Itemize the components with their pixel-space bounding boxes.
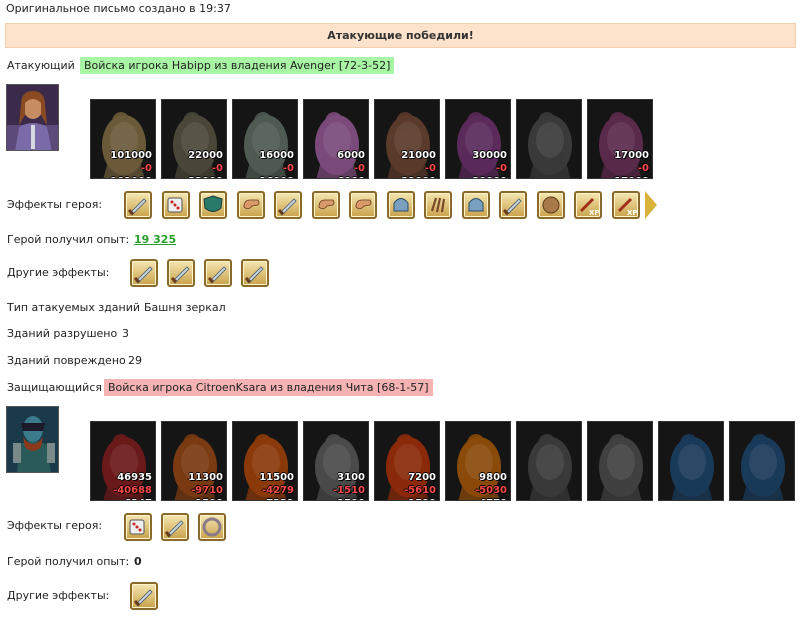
buildings-type-label: Тип атакуемых зданий — [7, 301, 141, 314]
unit-creature-icon — [659, 422, 723, 500]
unit-loss-number: -9710 — [191, 485, 223, 496]
xp-axe-icon[interactable]: XP — [574, 191, 602, 219]
letter-created-note: Оригинальное письмо создано в 19:37 — [6, 2, 231, 15]
defender-unit-card[interactable]: 7200-56101590 — [374, 421, 440, 501]
buildings-damaged-label: Зданий повреждено — [7, 354, 126, 367]
unit-count-number: 21000 — [401, 150, 436, 161]
unit-count-number: 46935 — [117, 472, 152, 483]
defender-exp-label: Герой получил опыт: — [7, 555, 130, 568]
green-sword-plus-icon[interactable] — [241, 259, 269, 287]
buildings-type-value: Башня зеркал — [144, 301, 226, 314]
green-blade-icon[interactable] — [204, 259, 232, 287]
attacker-unit-card[interactable]: 16000-016000 — [232, 99, 298, 179]
scroll-right-arrow-icon[interactable] — [645, 191, 657, 219]
defender-unit-card[interactable]: 9800-50304770 — [445, 421, 511, 501]
defender-unit-card[interactable] — [587, 421, 653, 501]
buildings-destroyed-value: 3 — [122, 327, 129, 340]
unit-count-number: 30000 — [472, 150, 507, 161]
attacker-army-name: Войска игрока Habipp из владения Avenger… — [80, 57, 395, 74]
red-sword-icon[interactable] — [130, 259, 158, 287]
shoulder-armor-icon[interactable] — [461, 191, 490, 219]
defender-army-name: Войска игрока CitroenKsara из владения Ч… — [104, 379, 433, 396]
attacker-exp-label: Герой получил опыт: — [7, 233, 130, 246]
attacker-unit-card[interactable]: 21000-021000 — [374, 99, 440, 179]
xp-mage-icon[interactable]: XP — [611, 191, 640, 219]
shield-icon[interactable] — [199, 191, 227, 219]
attacker-unit-card[interactable]: 101000-0101000 — [90, 99, 156, 179]
attacker-other-effects-label: Другие эффекты: — [7, 266, 110, 279]
blue-sword-icon[interactable] — [130, 582, 158, 610]
defender-unit-card[interactable]: 3100-15101590 — [303, 421, 369, 501]
unit-loss-number: -0 — [424, 163, 436, 174]
ring-icon[interactable] — [198, 513, 226, 541]
unit-count-number: 11300 — [188, 472, 223, 483]
defender-exp-value: 0 — [134, 555, 142, 568]
unit-loss-number: -0 — [353, 163, 365, 174]
attacker-unit-card[interactable]: 30000-030000 — [445, 99, 511, 179]
defender-unit-card[interactable] — [729, 421, 795, 501]
unit-count-number: 16000 — [259, 150, 294, 161]
unit-count-number: 11500 — [259, 472, 294, 483]
buildings-damaged-value: 29 — [128, 354, 142, 367]
handshake-icon[interactable] — [236, 191, 265, 219]
defender-label: Защищающийся — [7, 381, 102, 394]
scythe-icon[interactable] — [161, 513, 189, 541]
attacker-unit-card[interactable]: 6000-06000 — [303, 99, 369, 179]
unit-creature-icon — [730, 422, 794, 500]
attacker-unit-card[interactable]: 17000-017000 — [587, 99, 653, 179]
unit-loss-number: -40688 — [113, 485, 152, 496]
claw-icon[interactable] — [424, 191, 452, 219]
defender-unit-card[interactable]: 46935-406886247 — [90, 421, 156, 501]
unit-count-number: 3100 — [337, 472, 365, 483]
svg-text:XP: XP — [589, 209, 600, 217]
unit-count-number: 17000 — [614, 150, 649, 161]
unit-creature-icon — [517, 422, 581, 500]
unit-count-number: 6000 — [337, 150, 365, 161]
unit-loss-number: -0 — [211, 163, 223, 174]
red-dice-icon[interactable] — [124, 513, 152, 541]
unit-creature-icon — [517, 100, 581, 178]
defender-unit-card[interactable] — [516, 421, 582, 501]
unit-loss-number: -0 — [637, 163, 649, 174]
unit-count-number: 22000 — [188, 150, 223, 161]
attacker-exp-value[interactable]: 19 325 — [134, 233, 176, 246]
open-hand-icon[interactable] — [349, 191, 377, 219]
crossed-axes-icon[interactable] — [124, 191, 152, 219]
skin-icon[interactable] — [536, 191, 565, 219]
unit-count-number: 7200 — [408, 472, 436, 483]
gold-handshake-icon[interactable] — [311, 191, 340, 219]
defender-hero-effects-label: Эффекты героя: — [7, 519, 103, 532]
attacker-unit-card[interactable]: 22000-022000 — [161, 99, 227, 179]
unit-loss-number: -0 — [495, 163, 507, 174]
unit-loss-number: -0 — [140, 163, 152, 174]
unit-creature-icon — [588, 422, 652, 500]
green-sword-icon[interactable] — [274, 191, 302, 219]
svg-text:XP: XP — [627, 209, 638, 217]
unit-loss-number: -1510 — [333, 485, 365, 496]
unit-count-number: 9800 — [479, 472, 507, 483]
blue-sword-icon[interactable] — [167, 259, 195, 287]
defender-unit-card[interactable]: 11500-42797221 — [232, 421, 298, 501]
unit-loss-number: -0 — [282, 163, 294, 174]
defender-other-effects-label: Другие эффекты: — [7, 589, 110, 602]
attacker-hero-portrait[interactable] — [6, 84, 59, 151]
buildings-destroyed-label: Зданий разрушено — [7, 327, 118, 340]
defender-unit-card[interactable] — [658, 421, 724, 501]
unit-loss-number: -5610 — [404, 485, 436, 496]
helmet-icon[interactable] — [386, 191, 415, 219]
defender-hero-portrait[interactable] — [6, 406, 59, 473]
battle-result-banner: Атакующие победили! — [5, 23, 796, 48]
unit-loss-number: -5030 — [475, 485, 507, 496]
unit-count-number: 101000 — [110, 150, 152, 161]
trident-icon[interactable] — [499, 191, 527, 219]
attacker-label: Атакующий — [7, 59, 75, 72]
defender-unit-card[interactable]: 11300-97101590 — [161, 421, 227, 501]
unit-loss-number: -4279 — [262, 485, 294, 496]
attacker-hero-effects-label: Эффекты героя: — [7, 198, 103, 211]
dice-icon[interactable] — [161, 191, 190, 219]
attacker-unit-card[interactable] — [516, 99, 582, 179]
